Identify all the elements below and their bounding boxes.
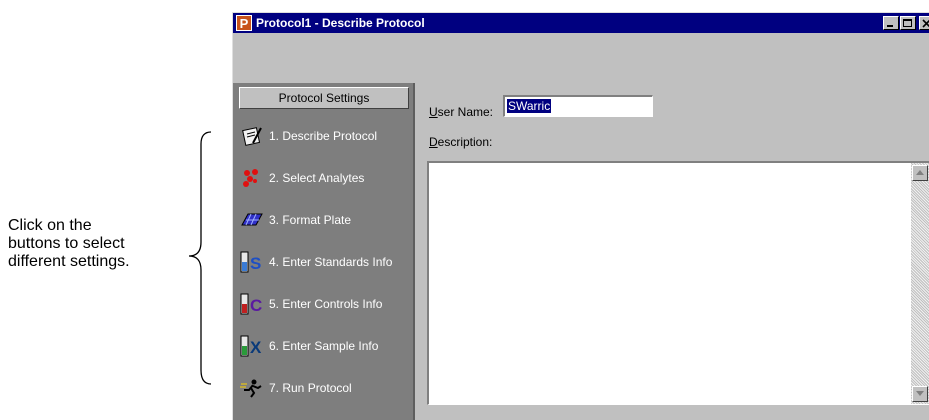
format-plate-icon (239, 208, 265, 232)
nav-select-analytes[interactable]: 2. Select Analytes (239, 163, 409, 193)
scroll-down-button[interactable] (912, 386, 928, 402)
nav-enter-controls[interactable]: C 5. Enter Controls Info (239, 289, 409, 319)
nav-run-protocol[interactable]: 7. Run Protocol (239, 373, 409, 403)
run-protocol-icon (239, 376, 265, 400)
nav-label-select-analytes: 2. Select Analytes (269, 171, 365, 185)
annotation-line-3: different settings. (8, 253, 130, 270)
standards-icon: S (239, 250, 265, 274)
description-label: Description: (429, 135, 493, 149)
maximize-icon (903, 19, 912, 27)
user-name-input[interactable]: SWarric (503, 95, 653, 117)
svg-text:C: C (250, 296, 262, 315)
scroll-up-button[interactable] (912, 165, 928, 181)
nav-label-enter-sample: 6. Enter Sample Info (269, 339, 379, 353)
nav-label-format-plate: 3. Format Plate (269, 213, 352, 227)
description-textarea[interactable] (427, 161, 929, 405)
nav-enter-sample[interactable]: X 6. Enter Sample Info (239, 331, 409, 361)
nav-enter-standards[interactable]: S 4. Enter Standards Info (239, 247, 409, 277)
nav-describe-protocol[interactable]: 1. Describe Protocol (239, 121, 409, 151)
nav-format-plate[interactable]: 3. Format Plate (239, 205, 409, 235)
user-name-label: User Name: (429, 105, 494, 119)
svg-text:S: S (250, 254, 261, 273)
svg-text:X: X (250, 338, 262, 357)
description-scrollbar[interactable] (911, 163, 929, 404)
user-name-value: SWarric (507, 99, 552, 113)
nav-label-run-protocol: 7. Run Protocol (269, 381, 352, 395)
annotation-callout: Click on the buttons to select different… (8, 217, 183, 271)
protocol-settings-header: Protocol Settings (239, 87, 409, 109)
settings-panel: Protocol Settings 1. Describe Protocol 2… (233, 83, 415, 420)
nav-label-enter-standards: 4. Enter Standards Info (269, 255, 393, 269)
minimize-icon (887, 25, 893, 27)
controls-icon: C (239, 292, 265, 316)
close-button[interactable] (919, 16, 929, 30)
app-icon[interactable]: P (236, 15, 252, 31)
window-title: Protocol1 - Describe Protocol (256, 16, 425, 30)
nav-label-enter-controls: 5. Enter Controls Info (269, 297, 383, 311)
minimize-button[interactable] (883, 16, 899, 30)
select-analytes-icon (239, 166, 265, 190)
title-bar[interactable]: P Protocol1 - Describe Protocol (233, 13, 929, 33)
describe-protocol-form: User Name: SWarric Description: (417, 83, 929, 420)
describe-protocol-icon (239, 124, 265, 148)
curly-brace-icon (188, 131, 212, 385)
scroll-down-arrow-icon (916, 391, 924, 396)
scroll-up-arrow-icon (916, 170, 924, 175)
annotation-line-1: Click on the (8, 217, 92, 234)
maximize-button[interactable] (900, 16, 916, 30)
nav-label-describe-protocol: 1. Describe Protocol (269, 129, 378, 143)
annotation-line-2: buttons to select (8, 235, 125, 252)
close-icon (922, 19, 929, 28)
sample-icon: X (239, 334, 265, 358)
protocol-window: P Protocol1 - Describe Protocol Protocol… (232, 12, 929, 420)
